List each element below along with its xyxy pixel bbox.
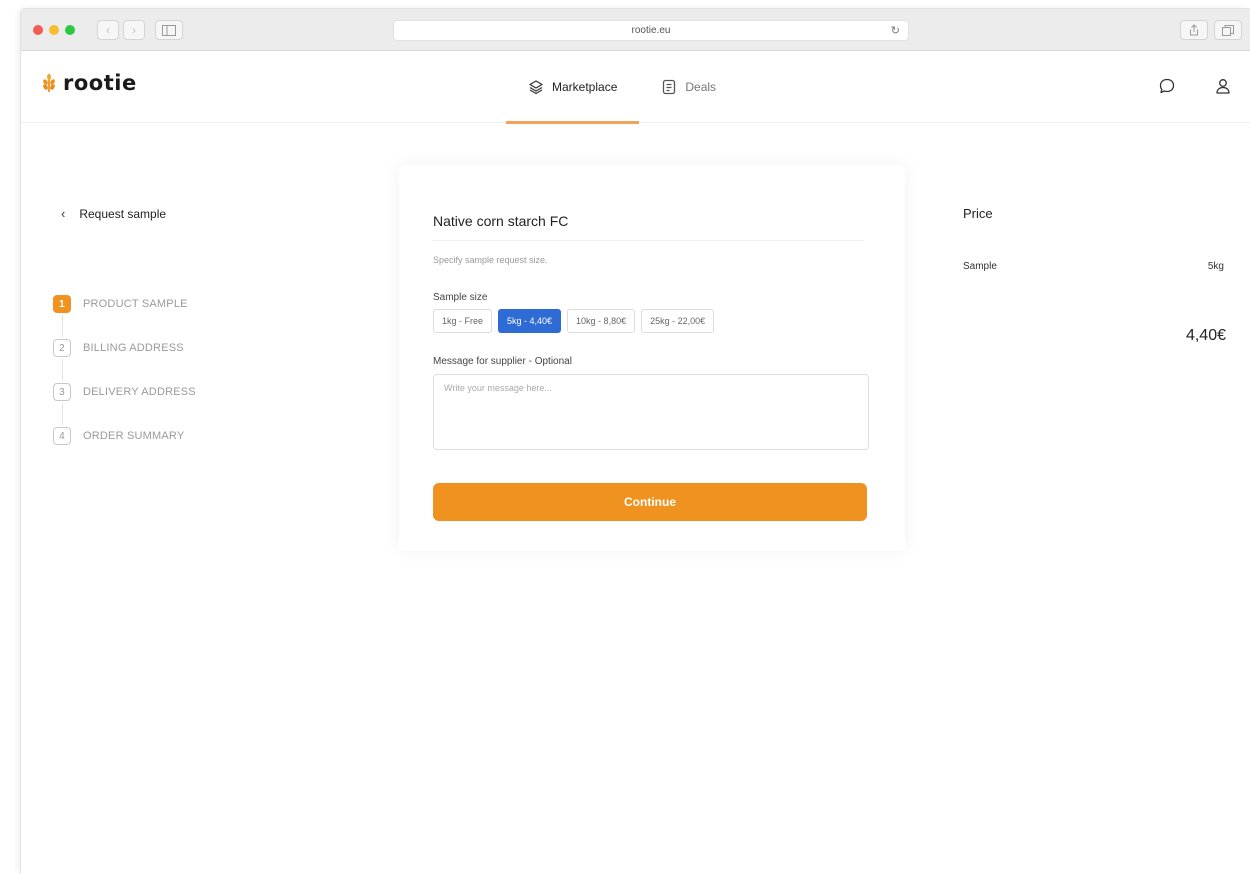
nav-tab-label: Deals [685, 80, 717, 94]
price-total: 4,40€ [1185, 327, 1226, 344]
forward-arrow-icon[interactable]: › [123, 20, 145, 40]
tabs-icon[interactable] [1214, 20, 1242, 40]
logo[interactable]: rootie [41, 71, 137, 95]
chevron-left-icon: ‹ [61, 206, 66, 221]
logo-text: rootie [63, 71, 137, 95]
app-header: rootie Marketplace Deals [21, 51, 1250, 124]
layers-icon [529, 80, 543, 95]
step-billing-address: 2 BILLING ADDRESS [53, 337, 196, 359]
step-number: 1 [53, 295, 71, 313]
nav-tab-deals[interactable]: Deals [639, 51, 738, 123]
sidebar-toggle-icon[interactable] [155, 20, 183, 40]
reload-icon[interactable]: ↻ [891, 24, 900, 37]
maximize-window-button[interactable] [65, 25, 75, 35]
back-link-label: Request sample [79, 206, 167, 221]
wheat-logo-icon [43, 73, 55, 92]
step-number: 3 [53, 383, 71, 401]
browser-actions [1180, 20, 1242, 40]
address-bar[interactable]: rootie.eu ↻ [393, 20, 909, 41]
chat-icon[interactable] [1158, 77, 1176, 95]
step-label: PRODUCT SAMPLE [83, 298, 188, 310]
price-row-value: 5kg [1207, 261, 1224, 272]
browser-window: ‹ › rootie.eu ↻ rootie Marketplace Deals… [20, 8, 1250, 874]
price-heading: Price [963, 206, 993, 221]
product-title: Native corn starch FC [433, 213, 569, 229]
top-navigation: Marketplace Deals [506, 51, 738, 124]
message-field[interactable] [433, 374, 869, 450]
window-controls [33, 25, 75, 35]
share-icon[interactable] [1180, 20, 1208, 40]
user-icon[interactable] [1214, 77, 1232, 95]
stepper: 1 PRODUCT SAMPLE 2 BILLING ADDRESS 3 DEL… [53, 293, 196, 447]
sample-request-card: Native corn starch FC Specify sample req… [399, 165, 905, 551]
step-connector [62, 315, 63, 337]
url-text: rootie.eu [631, 25, 671, 36]
step-number: 4 [53, 427, 71, 445]
step-delivery-address: 3 DELIVERY ADDRESS [53, 381, 196, 403]
back-arrow-icon[interactable]: ‹ [97, 20, 119, 40]
minimize-window-button[interactable] [49, 25, 59, 35]
price-row-label: Sample [963, 261, 997, 272]
browser-toolbar: ‹ › rootie.eu ↻ [21, 9, 1250, 51]
step-label: BILLING ADDRESS [83, 342, 184, 354]
divider [433, 240, 863, 241]
size-option-5kg[interactable]: 5kg - 4,40€ [498, 309, 562, 333]
step-number: 2 [53, 339, 71, 357]
message-label: Message for supplier - Optional [433, 356, 572, 367]
header-actions [1158, 77, 1232, 95]
size-option-1kg[interactable]: 1kg - Free [433, 309, 493, 333]
step-label: ORDER SUMMARY [83, 430, 185, 442]
size-option-10kg[interactable]: 10kg - 8,80€ [567, 309, 636, 333]
size-option-25kg[interactable]: 25kg - 22,00€ [641, 309, 715, 333]
step-connector [62, 359, 63, 381]
form-instructions: Specify sample request size. [433, 255, 548, 265]
nav-tab-label: Marketplace [552, 80, 618, 94]
close-window-button[interactable] [33, 25, 43, 35]
sample-size-options: 1kg - Free 5kg - 4,40€ 10kg - 8,80€ 25kg… [433, 309, 715, 333]
back-link[interactable]: ‹ Request sample [61, 206, 166, 221]
step-connector [62, 403, 63, 425]
deals-icon [663, 79, 676, 95]
step-label: DELIVERY ADDRESS [83, 386, 196, 398]
history-buttons: ‹ › [97, 20, 145, 40]
continue-button[interactable]: Continue [433, 483, 867, 521]
step-order-summary: 4 ORDER SUMMARY [53, 425, 196, 447]
step-product-sample: 1 PRODUCT SAMPLE [53, 293, 196, 315]
sample-size-label: Sample size [433, 292, 488, 303]
nav-tab-marketplace[interactable]: Marketplace [506, 51, 640, 124]
